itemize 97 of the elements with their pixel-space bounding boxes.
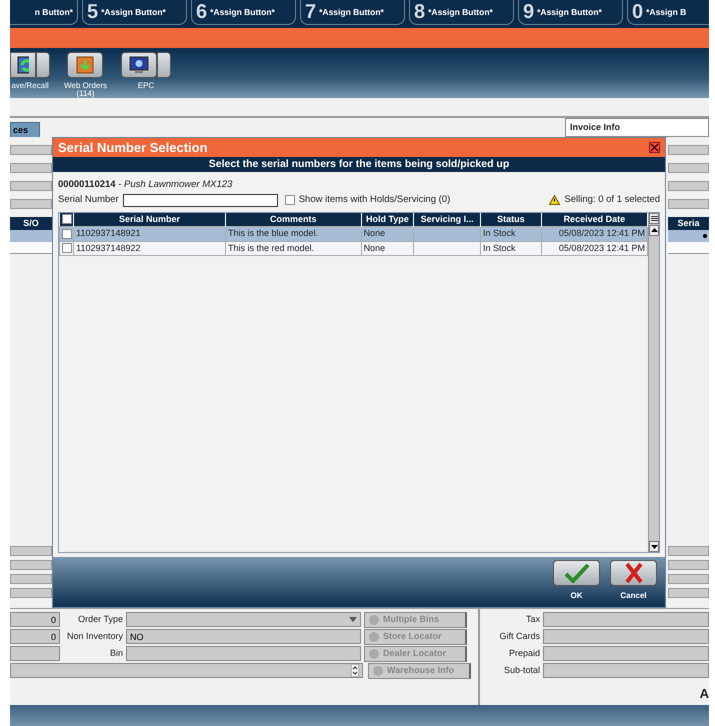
table-cell: This is the red model. bbox=[225, 241, 362, 256]
order-type-dropdown[interactable] bbox=[126, 612, 361, 627]
toolbar-button[interactable] bbox=[120, 52, 157, 78]
input-field[interactable] bbox=[10, 546, 52, 556]
column-header[interactable]: Hold Type bbox=[361, 212, 414, 226]
input-field[interactable] bbox=[668, 199, 709, 209]
select-all-checkbox[interactable] bbox=[62, 214, 72, 224]
field-label: Serial Number bbox=[58, 193, 119, 208]
input-field[interactable] bbox=[668, 163, 709, 173]
field-label: Sub-total bbox=[502, 664, 540, 677]
cut-label: A bbox=[700, 685, 709, 703]
table-cell: 05/08/2023 12:41 PM bbox=[541, 226, 648, 241]
input-field[interactable] bbox=[10, 560, 52, 570]
input-field[interactable] bbox=[10, 199, 52, 209]
input-field[interactable] bbox=[668, 181, 709, 191]
toolbar-count: (114) bbox=[76, 90, 95, 98]
input-field[interactable] bbox=[543, 646, 709, 661]
column-header: Seria bbox=[668, 217, 709, 230]
menu-arrow-button[interactable] bbox=[36, 52, 50, 78]
table-cell: In Stock bbox=[480, 226, 542, 241]
table-row[interactable]: 1102937148922 This is the red model. None In Stock 05/08/2023 12:41 PM bbox=[60, 241, 648, 256]
table-cell: In Stock bbox=[480, 241, 542, 256]
field-label: Bin bbox=[108, 646, 123, 660]
input-field[interactable] bbox=[10, 646, 60, 661]
item-description: 00000110214 - Push Lawnmower MX123 bbox=[58, 178, 234, 192]
tab[interactable]: ces bbox=[10, 122, 40, 137]
input-field[interactable] bbox=[126, 646, 361, 661]
grid-row[interactable] bbox=[668, 230, 709, 242]
toolbar-label[interactable]: ave/Recall bbox=[11, 82, 49, 90]
close-icon bbox=[622, 562, 644, 584]
table-cell: This is the blue model. bbox=[225, 226, 362, 241]
table-cell: None bbox=[361, 241, 414, 256]
dialog-title: Serial Number Selection bbox=[58, 138, 208, 157]
input-field[interactable] bbox=[10, 163, 52, 173]
table-cell: 1102937148921 bbox=[74, 226, 226, 241]
input-field[interactable] bbox=[668, 560, 709, 570]
close-button[interactable] bbox=[649, 142, 660, 153]
recall-icon bbox=[17, 56, 29, 74]
checkbox[interactable] bbox=[62, 243, 72, 254]
input-field[interactable] bbox=[10, 574, 52, 584]
column-header[interactable]: Serial Number bbox=[74, 212, 226, 226]
dot-icon bbox=[373, 666, 383, 676]
dot-icon bbox=[703, 234, 707, 238]
scroll-up-icon[interactable] bbox=[650, 228, 658, 232]
menu-arrow-button[interactable] bbox=[156, 52, 171, 78]
column-header[interactable]: Servicing I... bbox=[414, 212, 480, 226]
table-row[interactable]: 1102937148921 This is the blue model. None In Stock 05/08/2023 12:41 PM bbox=[60, 226, 648, 241]
dot-icon bbox=[369, 648, 379, 658]
toolbar-label[interactable]: Web Orders bbox=[64, 82, 107, 90]
input-field[interactable] bbox=[543, 629, 709, 644]
dialog-subtitle: Select the serial numbers for the items being sold/picked up bbox=[53, 157, 665, 172]
table-cell: 05/08/2023 12:41 PM bbox=[541, 241, 648, 256]
column-header[interactable]: Comments bbox=[225, 212, 362, 226]
menu-icon[interactable] bbox=[650, 216, 658, 220]
input-field[interactable]: 0 bbox=[10, 629, 60, 644]
input-field[interactable] bbox=[668, 546, 709, 556]
panel-title: Invoice Info bbox=[565, 118, 709, 137]
dot-icon bbox=[369, 632, 379, 642]
field-label: Order Type bbox=[77, 612, 123, 626]
input-field[interactable] bbox=[10, 181, 52, 191]
input-field[interactable] bbox=[668, 145, 709, 155]
input-field[interactable]: NO bbox=[126, 629, 361, 644]
spin-field[interactable] bbox=[10, 663, 363, 678]
input-field[interactable] bbox=[543, 663, 709, 678]
column-header: S/O bbox=[10, 217, 52, 230]
toolbar-button[interactable] bbox=[67, 52, 104, 78]
caret-icon bbox=[349, 617, 357, 622]
close-icon bbox=[650, 143, 659, 152]
serial-number-field[interactable] bbox=[122, 194, 278, 207]
column-header[interactable]: Status bbox=[480, 212, 542, 226]
field-label: Tax bbox=[524, 612, 540, 626]
spinner-icon bbox=[351, 664, 359, 677]
scroll-down-icon[interactable] bbox=[650, 544, 658, 548]
input-field[interactable]: 0 bbox=[10, 612, 60, 627]
input-field[interactable] bbox=[668, 574, 709, 584]
toolbar-button[interactable] bbox=[10, 52, 36, 78]
download-box-icon bbox=[76, 56, 94, 74]
column-header[interactable]: Received Date bbox=[541, 212, 648, 226]
input-field[interactable] bbox=[668, 588, 709, 598]
checkmark-icon bbox=[564, 563, 590, 583]
assign-button[interactable]: n Button* bbox=[10, 0, 78, 25]
field-label: Non Inventory bbox=[66, 630, 123, 643]
table-cell: None bbox=[361, 226, 414, 241]
input-field[interactable] bbox=[10, 588, 52, 598]
input-field[interactable] bbox=[543, 612, 709, 627]
input-field[interactable] bbox=[10, 145, 52, 155]
table-cell: 1102937148922 bbox=[74, 241, 226, 256]
selling-status: Selling: 0 of 1 selected bbox=[564, 193, 660, 208]
warning-icon bbox=[549, 195, 560, 206]
toolbar-label[interactable]: EPC bbox=[138, 82, 154, 90]
checkbox[interactable] bbox=[62, 228, 72, 239]
monitor-icon bbox=[128, 56, 149, 74]
checkbox[interactable] bbox=[284, 195, 295, 206]
field-label: Gift Cards bbox=[498, 630, 540, 643]
field-label: Prepaid bbox=[508, 646, 540, 660]
dot-icon bbox=[369, 614, 379, 624]
checkbox-label: Show items with Holds/Servicing (0) bbox=[298, 193, 450, 208]
